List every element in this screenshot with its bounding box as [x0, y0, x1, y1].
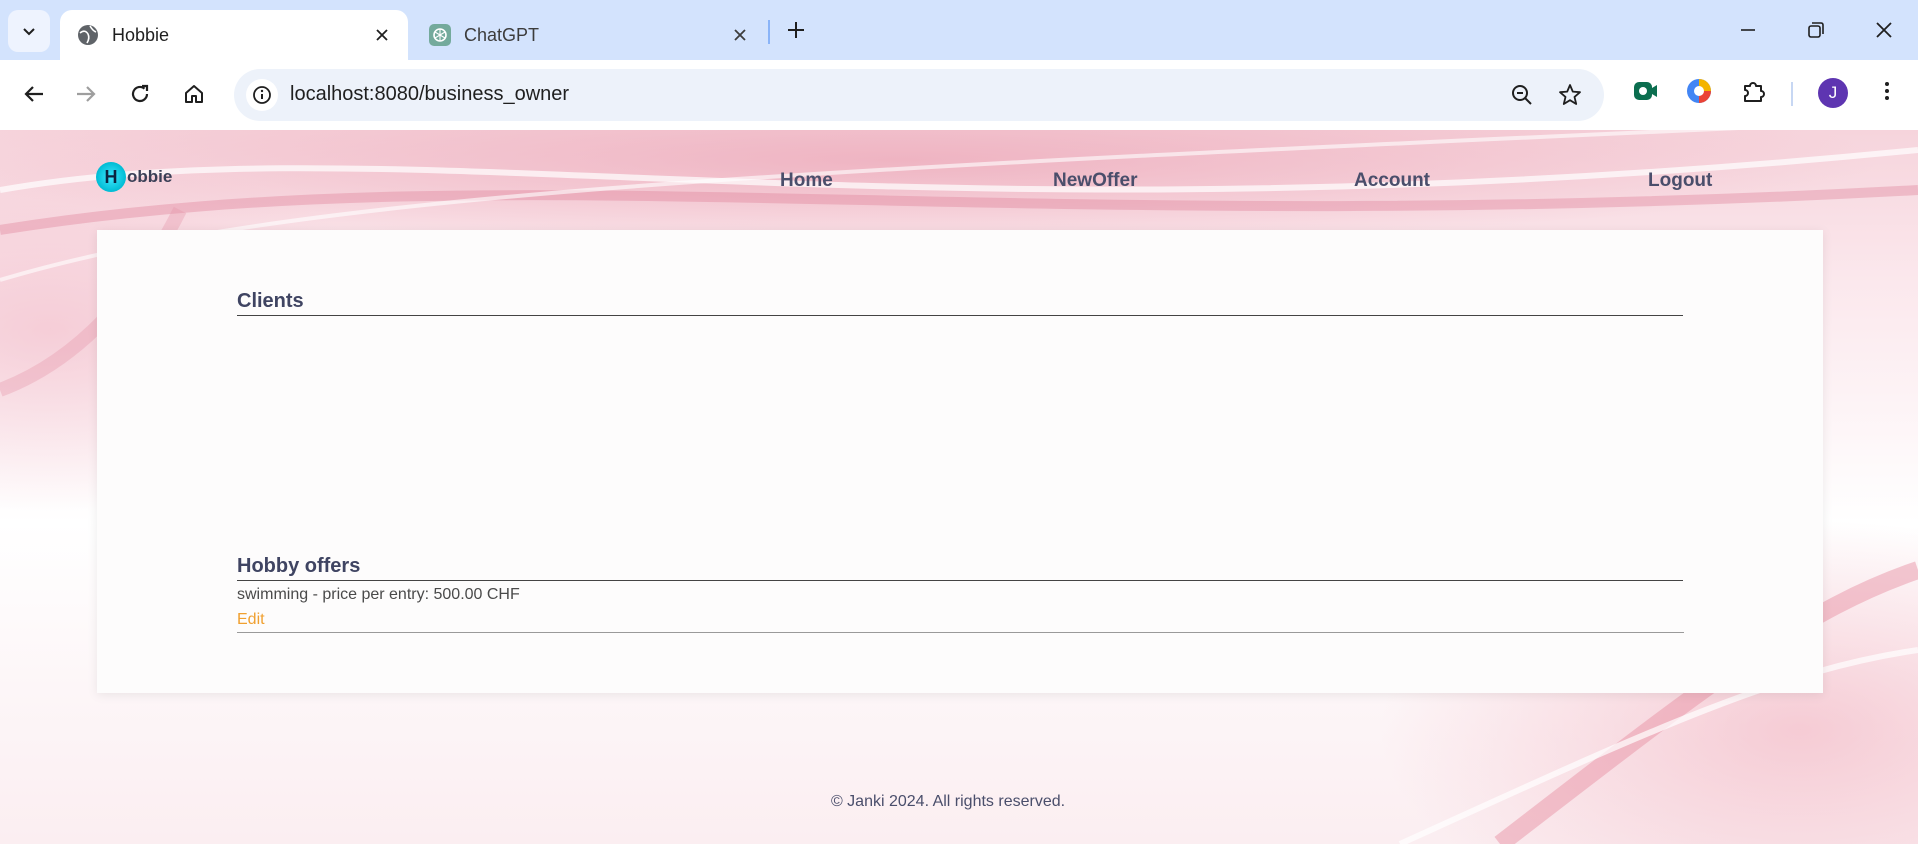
minimize-icon	[1741, 29, 1755, 31]
url-text[interactable]: localhost:8080/business_owner	[290, 83, 569, 106]
content-card: Clients Hobby offers swimming - price pe…	[97, 230, 1823, 693]
offer-item: swimming - price per entry: 500.00 CHF	[237, 586, 520, 603]
screen-recorder-extension-icon[interactable]	[1628, 74, 1662, 108]
edit-offer-link[interactable]: Edit	[237, 611, 265, 629]
toolbar-separator	[1791, 82, 1793, 106]
profile-avatar[interactable]: J	[1818, 78, 1848, 108]
nav-newoffer-link[interactable]: NewOffer	[1053, 170, 1137, 192]
offer-divider	[237, 632, 1684, 633]
more-menu-icon[interactable]	[1870, 74, 1904, 108]
address-bar[interactable]: localhost:8080/business_owner	[234, 69, 1604, 121]
reload-button[interactable]	[120, 74, 160, 114]
tab-title: ChatGPT	[464, 24, 540, 45]
arrow-right-icon	[77, 86, 96, 102]
minimize-button[interactable]	[1728, 10, 1768, 50]
chevron-down-icon	[23, 28, 35, 36]
close-icon	[1876, 22, 1892, 38]
globe-icon	[78, 25, 98, 45]
logo-text: obbie	[127, 167, 173, 186]
arrow-left-icon	[24, 86, 43, 102]
home-button[interactable]	[174, 74, 214, 114]
extensions-puzzle-icon[interactable]	[1737, 74, 1771, 108]
home-icon	[185, 85, 203, 103]
clients-heading: Clients	[237, 290, 1683, 316]
nav-home-link[interactable]: Home	[780, 170, 833, 192]
close-tab-icon[interactable]	[726, 21, 754, 49]
close-window-button[interactable]	[1864, 10, 1904, 50]
bookmark-star-icon[interactable]	[1554, 79, 1586, 111]
plus-icon	[788, 22, 804, 38]
tab-chatgpt[interactable]: ChatGPT	[414, 10, 766, 60]
nav-account-link[interactable]: Account	[1354, 170, 1430, 192]
tab-separator	[768, 20, 770, 44]
chatgpt-icon	[429, 24, 451, 46]
footer-copyright: © Janki 2024. All rights reserved.	[830, 793, 1066, 810]
web-page: H obbie Home NewOffer Account Logout Cli…	[0, 130, 1918, 844]
tab-title: Hobbie	[112, 24, 170, 45]
hobby-offers-heading: Hobby offers	[237, 555, 1683, 581]
site-info-icon[interactable]	[246, 79, 278, 111]
restore-button[interactable]	[1796, 10, 1836, 50]
tab-search-button[interactable]	[8, 10, 50, 52]
reload-icon	[131, 84, 149, 103]
forward-button[interactable]	[66, 74, 106, 114]
close-tab-icon[interactable]	[368, 21, 396, 49]
logo-badge: H	[96, 162, 126, 192]
browser-toolbar: localhost:8080/business_owner	[0, 60, 1918, 130]
tab-hobbie[interactable]: Hobbie	[60, 10, 408, 60]
colorful-extension-icon[interactable]	[1682, 74, 1716, 108]
nav-logout-link[interactable]: Logout	[1648, 170, 1712, 192]
browser-tab-strip: Hobbie ChatGPT	[0, 0, 1918, 60]
back-button[interactable]	[14, 74, 54, 114]
new-tab-button[interactable]	[780, 14, 812, 46]
site-logo[interactable]: H obbie	[96, 162, 172, 192]
zoom-icon[interactable]	[1506, 79, 1538, 111]
restore-icon	[1808, 22, 1824, 38]
